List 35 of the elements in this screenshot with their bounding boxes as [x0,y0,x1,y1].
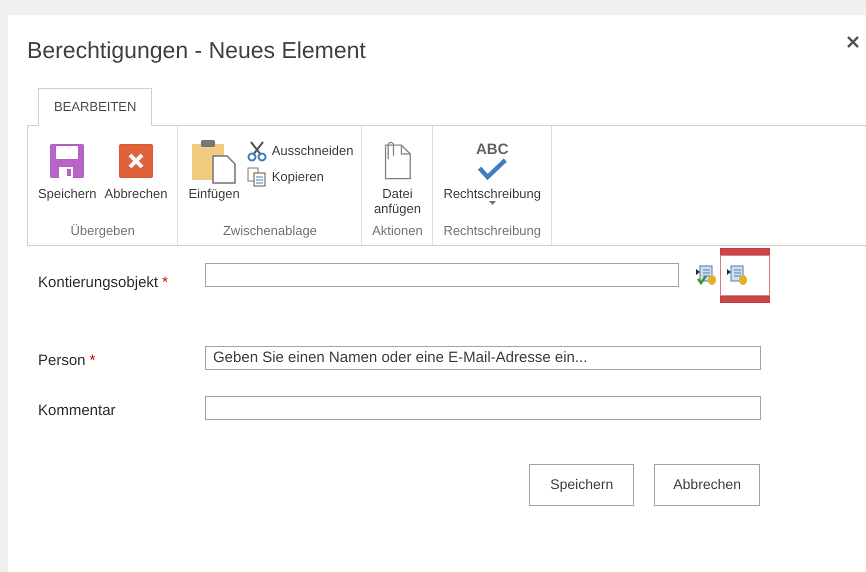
ribbon-button[interactable]: Ausschneiden [246,140,354,162]
cancel-icon [118,142,154,178]
dropdown-icon [488,200,496,204]
group-label: Aktionen [372,222,423,240]
required-mark: * [90,352,96,368]
required-mark: * [162,274,168,290]
ribbon-button[interactable]: ABC Rechtschreibung [441,138,543,221]
clipboard-icon [191,138,238,184]
people-picker-field[interactable]: Geben Sie einen Namen oder eine E-Mail-Adresse ein... [205,346,761,370]
input-field[interactable] [205,396,761,420]
ribbon-button[interactable]: Abbrechen [102,138,170,221]
dialog-button[interactable]: Abbrechen [654,464,760,506]
window-title: Berechtigungen - Neues Element [27,36,366,65]
group-label: Übergeben [70,222,135,240]
abc-label: ABC [476,142,508,158]
group-label: Rechtschreibung [443,222,541,240]
document-paperclip-icon [382,140,412,180]
field-label: Kontierungsobjekt [38,274,158,290]
ribbon-button[interactable]: Speichern [36,138,99,221]
checkmark-icon [476,158,508,180]
ribbon-tab[interactable]: BEARBEITEN [38,88,152,126]
close-icon[interactable] [846,35,860,49]
ribbon-button[interactable]: Datei anfügen [370,138,424,221]
lookup-check-icon [695,264,717,286]
field-label: Person [38,352,86,368]
highlighted-lookup-button[interactable] [720,248,770,302]
field-label: Kommentar [38,402,116,418]
ribbon-button[interactable]: Kopieren [246,166,354,188]
group-label: Zwischenablage [222,222,317,240]
copy-icon [246,166,268,188]
input-field[interactable] [205,262,679,287]
dialog-button[interactable]: Speichern [529,464,634,506]
ribbon-button[interactable]: Einfügen [186,138,242,221]
scissors-icon [246,140,268,162]
lookup-icon [726,264,748,286]
